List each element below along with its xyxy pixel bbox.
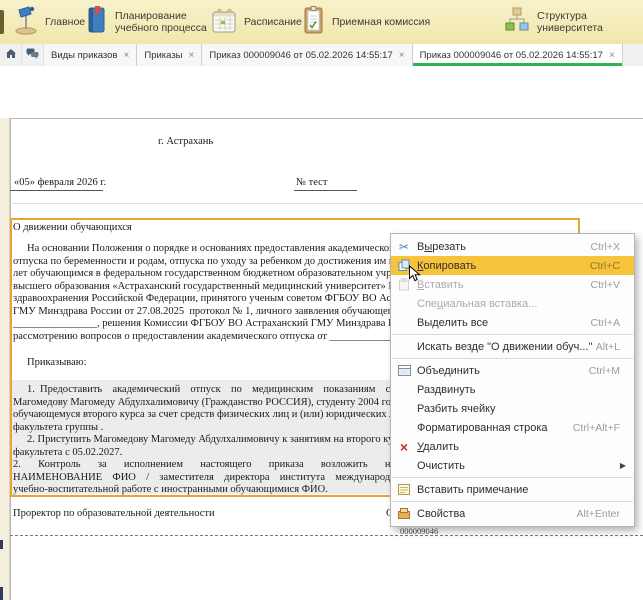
menu-item-label: Форматированная строка xyxy=(417,422,548,434)
doc-number: № тест xyxy=(296,177,327,188)
menu-item-label: Разбить ячейку xyxy=(417,403,496,415)
tab-orders[interactable]: Приказы × xyxy=(137,44,202,66)
note-icon xyxy=(391,484,417,495)
nav-item-admissions[interactable]: Приемная комиссия xyxy=(303,0,430,44)
menu-item-label: Удалить xyxy=(417,441,459,453)
menu-item-label: Выделить все xyxy=(417,317,488,329)
close-icon[interactable]: × xyxy=(609,50,615,61)
clipboard-icon xyxy=(303,6,325,39)
mouse-cursor xyxy=(408,265,421,288)
tab-strip: Виды приказов × Приказы × Приказ 0000090… xyxy=(0,44,643,67)
menu-item-merge-cells[interactable]: Объединить Ctrl+M xyxy=(391,361,634,380)
doc-date: «05» февраля 2026 г. xyxy=(14,177,106,188)
scissors-icon: ✂ xyxy=(391,241,417,253)
tab-label: Виды приказов xyxy=(51,50,118,61)
home-tab-button[interactable] xyxy=(0,44,22,66)
menu-item-delete[interactable]: × Удалить xyxy=(391,437,634,456)
nav-label: Главное xyxy=(45,16,85,28)
context-menu: ✂ Вырезать Ctrl+X Копировать Ctrl+C Вста… xyxy=(390,233,635,527)
close-icon[interactable]: × xyxy=(189,50,195,61)
menu-item-label: Вставить примечание xyxy=(417,484,528,496)
properties-icon xyxy=(391,508,417,519)
book-icon xyxy=(86,6,108,39)
row-header-strip[interactable] xyxy=(0,118,10,600)
menu-separator xyxy=(392,501,633,502)
menu-item-label: Специальная вставка... xyxy=(417,298,537,310)
menu-separator xyxy=(392,358,633,359)
nav-label: Приемная комиссия xyxy=(332,16,430,28)
menu-shortcut: Ctrl+M xyxy=(589,365,634,377)
clipped-section-icon xyxy=(0,10,4,34)
menu-item-split-cell[interactable]: Разбить ячейку xyxy=(391,399,634,418)
nav-label: Расписание xyxy=(244,16,302,28)
doc-city: г. Астрахань xyxy=(158,136,213,147)
menu-shortcut: Alt+L xyxy=(596,341,634,353)
tab-label: Приказы xyxy=(144,50,182,61)
menu-shortcut: Ctrl+A xyxy=(591,317,634,329)
menu-item-select-all[interactable]: Выделить все Ctrl+A xyxy=(391,313,634,332)
menu-item-spread[interactable]: Раздвинуть xyxy=(391,380,634,399)
tab-order-document-2-active[interactable]: Приказ 000009046 от 05.02.2026 14:55:17 … xyxy=(413,44,623,66)
nav-item-university-structure[interactable]: Структура университета xyxy=(504,0,643,44)
menu-item-clear[interactable]: Очистить ▶ xyxy=(391,456,634,475)
menu-item-label: Искать везде "О движении обуч..." xyxy=(417,341,592,353)
row-marker xyxy=(0,540,3,549)
merge-cells-icon xyxy=(391,365,417,376)
app-window: Главное Планирование учебного процесса Р… xyxy=(0,0,643,600)
close-icon[interactable]: × xyxy=(124,50,130,61)
date-underline xyxy=(10,190,103,191)
menu-item-label: Объединить xyxy=(417,365,480,377)
menu-item-label: Раздвинуть xyxy=(417,384,476,396)
menu-item-label: Вырезать xyxy=(417,241,466,253)
nav-item-schedule[interactable]: Расписание xyxy=(212,0,302,44)
nav-item-main[interactable]: Главное xyxy=(14,0,85,44)
menu-shortcut: Ctrl+V xyxy=(591,279,634,291)
spreadsheet-toolbar: Печать Копий: 1 ▲▼ xyxy=(0,88,643,111)
discussions-tab-button[interactable] xyxy=(22,44,44,66)
nav-item-edu-planning[interactable]: Планирование учебного процесса xyxy=(86,0,227,44)
cell-border xyxy=(10,203,643,204)
menu-shortcut: Ctrl+C xyxy=(590,260,634,272)
tab-order-types[interactable]: Виды приказов × xyxy=(44,44,137,66)
sections-panel: Главное Планирование учебного процесса Р… xyxy=(0,0,643,45)
menu-separator xyxy=(392,477,633,478)
tab-order-document-1[interactable]: Приказ 000009046 от 05.02.2026 14:55:17 … xyxy=(202,44,412,66)
menu-shortcut: Alt+Enter xyxy=(577,508,634,520)
number-underline xyxy=(294,190,357,191)
menu-item-formatted-string[interactable]: Форматированная строка Ctrl+Alt+F xyxy=(391,418,634,437)
menu-item-cut[interactable]: ✂ Вырезать Ctrl+X xyxy=(391,237,634,256)
menu-item-paste[interactable]: Вставить Ctrl+V xyxy=(391,275,634,294)
menu-shortcut: Ctrl+X xyxy=(591,241,634,253)
home-icon xyxy=(5,46,17,64)
menu-item-search-everywhere[interactable]: Искать везде "О движении обуч..." Alt+L xyxy=(391,337,634,356)
calendar-icon xyxy=(212,7,237,38)
menu-item-insert-note[interactable]: Вставить примечание xyxy=(391,480,634,499)
doc-signature: Проректор по образовательной деятельност… xyxy=(13,508,215,519)
nav-label: Планирование учебного процесса xyxy=(115,10,227,34)
desk-lamp-icon xyxy=(14,5,38,40)
menu-separator xyxy=(392,334,633,335)
close-icon[interactable]: × xyxy=(399,50,405,61)
menu-item-label: Вставить xyxy=(417,279,464,291)
menu-item-copy[interactable]: Копировать Ctrl+C xyxy=(391,256,634,275)
menu-shortcut: Ctrl+Alt+F xyxy=(573,422,634,434)
orgchart-icon xyxy=(504,7,530,38)
menu-item-paste-special[interactable]: Специальная вставка... xyxy=(391,294,634,313)
menu-item-properties[interactable]: Свойства Alt+Enter xyxy=(391,504,634,523)
menu-item-label: Копировать xyxy=(417,260,476,272)
row-marker xyxy=(0,587,3,600)
submenu-arrow-icon: ▶ xyxy=(620,461,634,470)
tab-label: Приказ 000009046 от 05.02.2026 14:55:17 xyxy=(420,50,603,61)
page-break-line xyxy=(10,535,643,536)
delete-x-icon: × xyxy=(391,440,417,454)
menu-item-label: Свойства xyxy=(417,508,465,520)
document-title-bar: ← → Приказ 000009046 от 05.02.2026 14:55… xyxy=(0,66,643,88)
nav-label: Структура университета xyxy=(537,10,643,34)
menu-item-label: Очистить xyxy=(417,460,465,472)
tab-label: Приказ 000009046 от 05.02.2026 14:55:17 xyxy=(209,50,392,61)
chat-icon xyxy=(26,46,39,64)
